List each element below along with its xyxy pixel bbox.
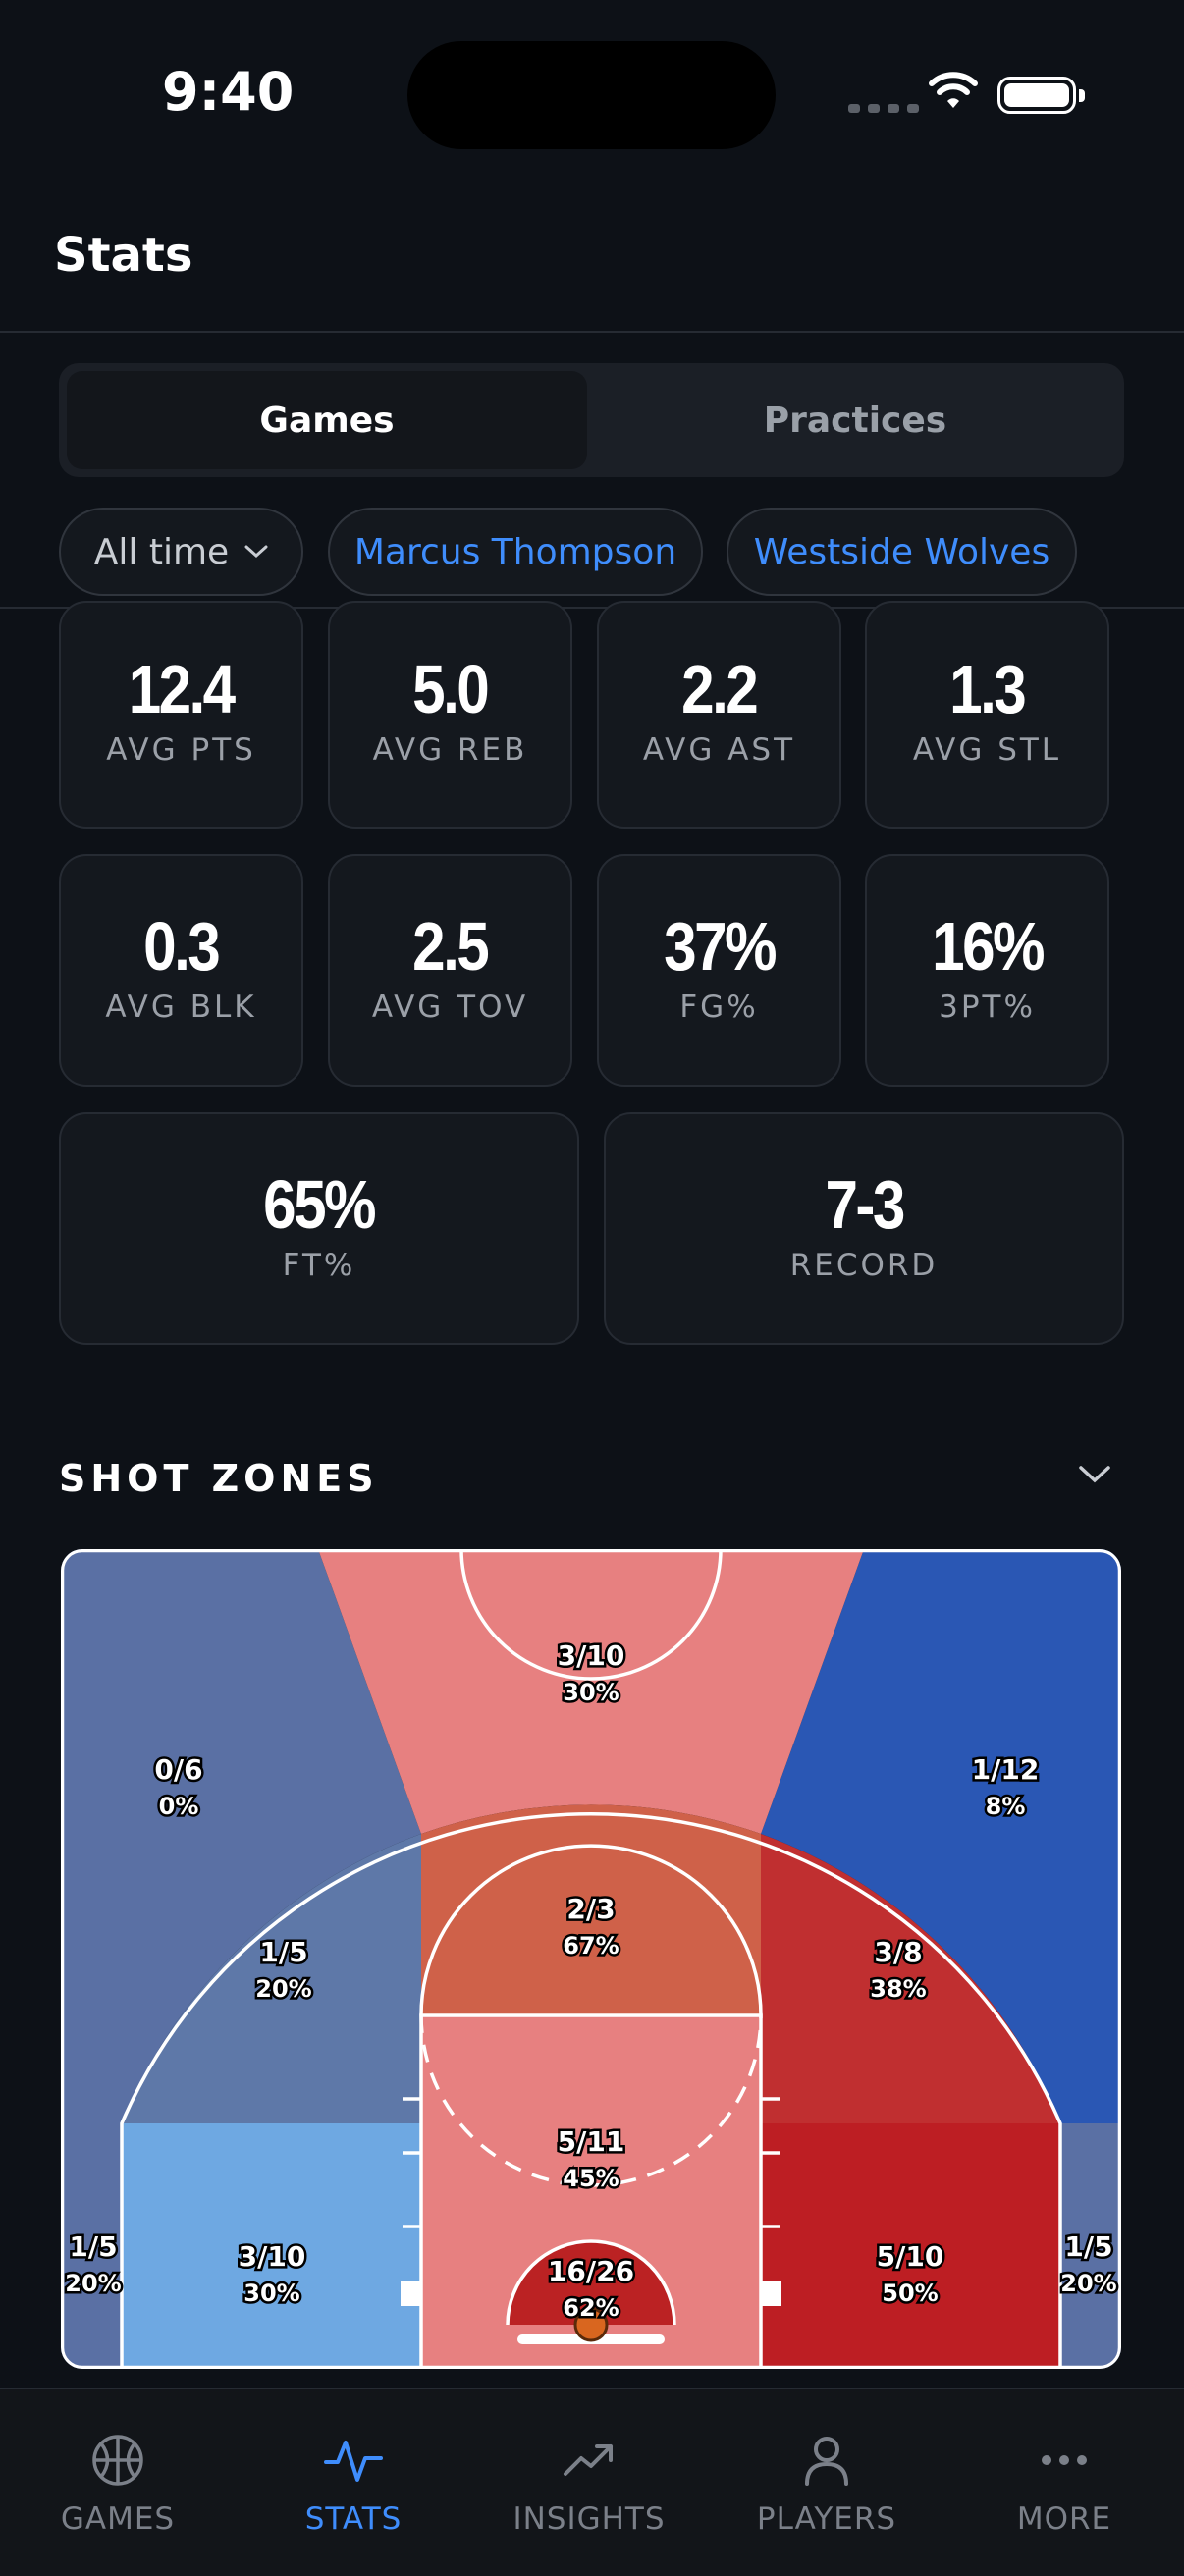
zone-label-right-corner-three-pct: 20%: [1060, 2270, 1116, 2297]
tab-games[interactable]: GAMES: [20, 2389, 216, 2537]
tab-label: PLAYERS: [756, 2501, 897, 2537]
chevron-down-icon: [244, 545, 268, 559]
stat-value: 5.0: [412, 651, 491, 727]
tab-label: STATS: [304, 2501, 403, 2537]
stat-label: FT%: [282, 1248, 356, 1283]
tab-stats[interactable]: STATS: [255, 2389, 452, 2537]
stat-label: AVG TOV: [371, 990, 529, 1025]
stat-card-ft-pct: 65% FT%: [59, 1112, 579, 1345]
team-filter[interactable]: Westside Wolves: [727, 508, 1077, 596]
zone-label-left-wing-three-pct: 0%: [159, 1793, 199, 1820]
shot-zones-title: SHOT ZONES: [59, 1457, 379, 1500]
segment-games[interactable]: Games: [67, 371, 587, 469]
stat-label: RECORD: [789, 1248, 939, 1283]
zone-label-left-baseline-mid-pct: 30%: [243, 2280, 299, 2307]
zone-label-right-wing-three-pct: 8%: [986, 1793, 1026, 1820]
tab-more[interactable]: MORE: [966, 2389, 1162, 2537]
zone-label-paint-pct: 45%: [563, 2165, 619, 2192]
stat-label: AVG BLK: [105, 990, 257, 1025]
zone-label-top-key-three-ma: 3/10: [558, 1639, 625, 1672]
zone-label-top-key-mid-ma: 2/3: [566, 1893, 615, 1925]
stat-value: 37%: [664, 908, 777, 985]
header-divider: [0, 331, 1184, 333]
zone-label-right-wing-three-ma: 1/12: [972, 1753, 1040, 1786]
person-icon: [805, 2437, 848, 2486]
zone-label-left-elbow-mid-ma: 1/5: [259, 1936, 307, 1968]
bottom-tab-bar: GAMES STATS INSIGHTS PLAYERS MORE: [0, 2388, 1184, 2576]
stat-card-fg-pct: 37% FG%: [597, 854, 841, 1087]
zone-label-left-corner-three-pct: 20%: [65, 2270, 121, 2297]
stat-value: 12.4: [129, 651, 236, 727]
pulse-icon: [324, 2441, 383, 2482]
stat-card-avg-ast: 2.2 AVG AST: [597, 601, 841, 829]
dynamic-island: [407, 41, 776, 149]
zone-label-right-baseline-mid-pct: 50%: [882, 2280, 938, 2307]
status-time: 9:40: [162, 61, 295, 123]
zone-label-right-elbow-mid-ma: 3/8: [874, 1936, 922, 1968]
zone-label-right-elbow-mid-pct: 38%: [870, 1975, 926, 2003]
zone-label-left-corner-three-ma: 1/5: [69, 2230, 117, 2263]
stat-value: 0.3: [143, 908, 222, 985]
basketball-icon: [92, 2435, 143, 2486]
zone-label-top-key-three-pct: 30%: [563, 1679, 619, 1706]
stat-label: AVG STL: [912, 732, 1062, 768]
stat-value: 16%: [932, 908, 1045, 985]
stat-card-avg-stl: 1.3 AVG STL: [865, 601, 1109, 829]
stat-label: AVG REB: [372, 732, 528, 768]
time-range-filter[interactable]: All time: [59, 508, 303, 596]
zone-label-restricted-area-ma: 16/26: [548, 2255, 634, 2287]
zone-label-restricted-area-pct: 62%: [563, 2294, 619, 2322]
stat-card-record: 7-3 RECORD: [604, 1112, 1124, 1345]
zone-label-top-key-mid-pct: 67%: [563, 1932, 619, 1959]
zone-label-left-baseline-mid-ma: 3/10: [239, 2240, 306, 2273]
stat-value: 2.5: [412, 908, 491, 985]
battery-icon: [997, 77, 1085, 114]
stat-value: 65%: [263, 1166, 377, 1243]
stat-card-avg-tov: 2.5 AVG TOV: [328, 854, 572, 1087]
tab-insights[interactable]: INSIGHTS: [491, 2389, 687, 2537]
cellular-signal-icon: [848, 104, 919, 113]
segment-practices[interactable]: Practices: [595, 371, 1115, 469]
stat-label: AVG PTS: [106, 732, 256, 768]
shot-zones-court: 3/10 30% 0/6 0% 1/12 8% 2/3 67% 1/5 20% …: [61, 1549, 1121, 2369]
stat-value: 2.2: [681, 651, 760, 727]
tab-label: INSIGHTS: [512, 2501, 666, 2537]
tab-label: MORE: [1016, 2501, 1112, 2537]
zone-label-paint-ma: 5/11: [558, 2125, 625, 2158]
zone-label-right-corner-three-ma: 1/5: [1064, 2230, 1112, 2263]
time-range-label: All time: [93, 531, 230, 572]
zone-label-right-baseline-mid-ma: 5/10: [877, 2240, 944, 2273]
tab-players[interactable]: PLAYERS: [728, 2389, 925, 2537]
stat-card-avg-blk: 0.3 AVG BLK: [59, 854, 303, 1087]
stat-value: 7-3: [825, 1166, 905, 1243]
more-dots-icon: [1042, 2455, 1087, 2465]
chevron-down-icon[interactable]: [1078, 1465, 1111, 1484]
stat-label: 3PT%: [939, 990, 1036, 1025]
tab-label: GAMES: [60, 2501, 176, 2537]
stat-label: AVG AST: [642, 732, 796, 768]
zone-label-left-wing-three-ma: 0/6: [154, 1753, 202, 1786]
trending-up-icon: [564, 2444, 613, 2476]
games-practices-segmented-control: Games Practices: [59, 363, 1124, 477]
stat-card-3pt-pct: 16% 3PT%: [865, 854, 1109, 1087]
player-filter[interactable]: Marcus Thompson: [328, 508, 703, 596]
stat-label: FG%: [679, 990, 759, 1025]
stat-value: 1.3: [949, 651, 1028, 727]
stat-card-avg-pts: 12.4 AVG PTS: [59, 601, 303, 829]
wifi-icon: [929, 72, 978, 108]
page-title: Stats: [54, 228, 193, 283]
stat-card-avg-reb: 5.0 AVG REB: [328, 601, 572, 829]
zone-label-left-elbow-mid-pct: 20%: [255, 1975, 311, 2003]
